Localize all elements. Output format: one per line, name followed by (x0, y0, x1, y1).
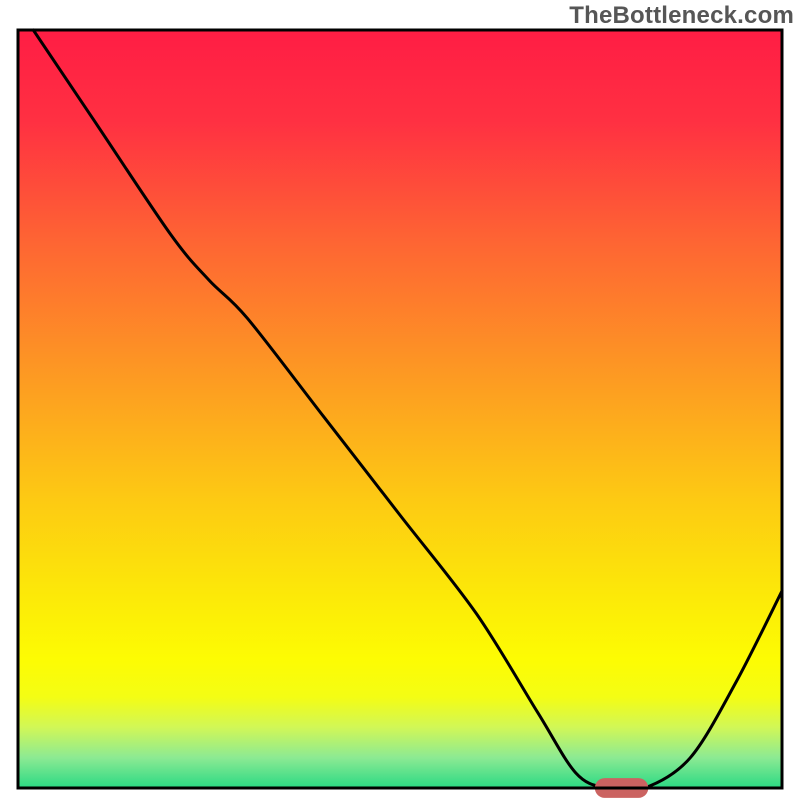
watermark-text: TheBottleneck.com (569, 2, 794, 30)
gradient-background (18, 30, 782, 788)
bottleneck-chart (0, 0, 800, 800)
